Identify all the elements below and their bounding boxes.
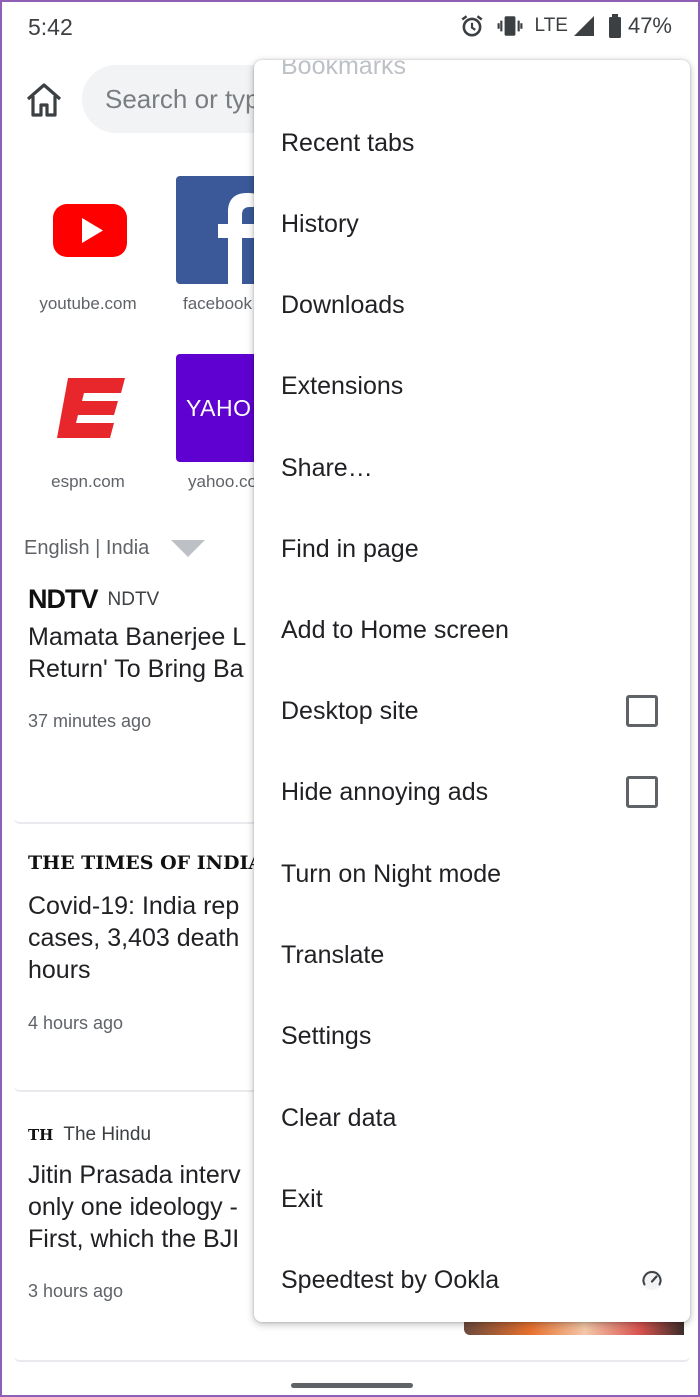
- source-name: The Hindu: [63, 1124, 152, 1145]
- menu-item-label: Share…: [281, 454, 373, 482]
- menu-item-label: Turn on Night mode: [281, 860, 502, 888]
- menu-item-label: Clear data: [281, 1104, 397, 1132]
- desktop-site-checkbox[interactable]: [626, 695, 658, 727]
- battery-level: 47%: [627, 13, 672, 38]
- menu-item-label: Speedtest by Ookla: [281, 1266, 500, 1294]
- yahoo-logo: YAHO: [186, 395, 252, 421]
- menu-item-label: Desktop site: [281, 697, 419, 725]
- menu-item-label: Settings: [281, 1022, 372, 1050]
- menu-item-label: Hide annoying ads: [281, 778, 489, 806]
- tile-label: espn.com: [51, 472, 125, 491]
- menu-item-history[interactable]: History: [254, 184, 690, 265]
- menu-item-bookmarks[interactable]: Bookmarks: [254, 60, 690, 107]
- menu-item-label: Downloads: [281, 291, 405, 319]
- source-name: NDTV: [107, 588, 160, 610]
- status-icons: LTE 47%: [459, 13, 672, 39]
- edition-selector[interactable]: English | India: [24, 537, 206, 560]
- toi-logo: THE TIMES OF INDIA: [28, 852, 264, 874]
- hide-ads-checkbox[interactable]: [626, 776, 658, 808]
- menu-item-extensions[interactable]: Extensions: [254, 346, 690, 427]
- vibrate-icon: [497, 14, 523, 38]
- menu-item-hide-annoying-ads[interactable]: Hide annoying ads: [254, 752, 690, 833]
- menu-item-label: Add to Home screen: [281, 616, 509, 644]
- status-time: 5:42: [28, 14, 73, 40]
- menu-item-find-in-page[interactable]: Find in page: [254, 509, 690, 590]
- article-time: 37 minutes ago: [28, 711, 152, 731]
- menu-item-label: Extensions: [281, 372, 404, 400]
- article-source: THE TIMES OF INDIA T: [28, 852, 285, 874]
- menu-item-downloads[interactable]: Downloads: [254, 265, 690, 346]
- tile-youtube[interactable]: youtube.com: [28, 176, 148, 314]
- menu-item-clear-data[interactable]: Clear data: [254, 1078, 690, 1159]
- article-time: 3 hours ago: [28, 1281, 124, 1301]
- tile-espn[interactable]: espn.com: [28, 354, 148, 492]
- menu-item-speedtest[interactable]: Speedtest by Ookla: [254, 1240, 690, 1321]
- article-source: TH The Hindu: [28, 1124, 151, 1146]
- espn-icon: [33, 354, 143, 462]
- menu-item-label: Exit: [281, 1185, 323, 1213]
- menu-item-label: Bookmarks: [281, 60, 407, 80]
- menu-item-translate[interactable]: Translate: [254, 915, 690, 996]
- menu-item-exit[interactable]: Exit: [254, 1159, 690, 1240]
- network-type: LTE: [534, 15, 568, 36]
- menu-item-share[interactable]: Share…: [254, 428, 690, 509]
- edition-label: English | India: [24, 537, 150, 559]
- signal-icon: [572, 14, 596, 38]
- speedometer-icon: [640, 1268, 664, 1299]
- alarm-icon: [459, 13, 485, 39]
- overflow-menu: Bookmarks Recent tabs History Downloads …: [254, 60, 690, 1322]
- menu-item-night-mode[interactable]: Turn on Night mode: [254, 834, 690, 915]
- menu-item-label: Find in page: [281, 535, 419, 563]
- menu-item-label: Translate: [281, 941, 385, 969]
- tile-label: youtube.com: [39, 294, 137, 313]
- battery-icon: [608, 14, 622, 38]
- the-hindu-logo: TH: [28, 1126, 54, 1144]
- home-icon: [26, 83, 62, 117]
- menu-item-label: Recent tabs: [281, 129, 415, 157]
- chevron-down-icon: [171, 540, 206, 557]
- menu-item-settings[interactable]: Settings: [254, 996, 690, 1077]
- status-bar: 5:42 LTE 47%: [2, 2, 698, 54]
- menu-item-desktop-site[interactable]: Desktop site: [254, 671, 690, 752]
- menu-item-add-to-home-screen[interactable]: Add to Home screen: [254, 590, 690, 671]
- gesture-nav-handle[interactable]: [291, 1383, 413, 1388]
- home-button[interactable]: [24, 80, 64, 120]
- youtube-icon: [33, 176, 143, 284]
- article-time: 4 hours ago: [28, 1013, 124, 1033]
- article-source: NDTV NDTV: [28, 584, 159, 615]
- menu-item-label: History: [281, 210, 359, 238]
- ndtv-logo: NDTV: [28, 584, 98, 614]
- menu-item-recent-tabs[interactable]: Recent tabs: [254, 103, 690, 184]
